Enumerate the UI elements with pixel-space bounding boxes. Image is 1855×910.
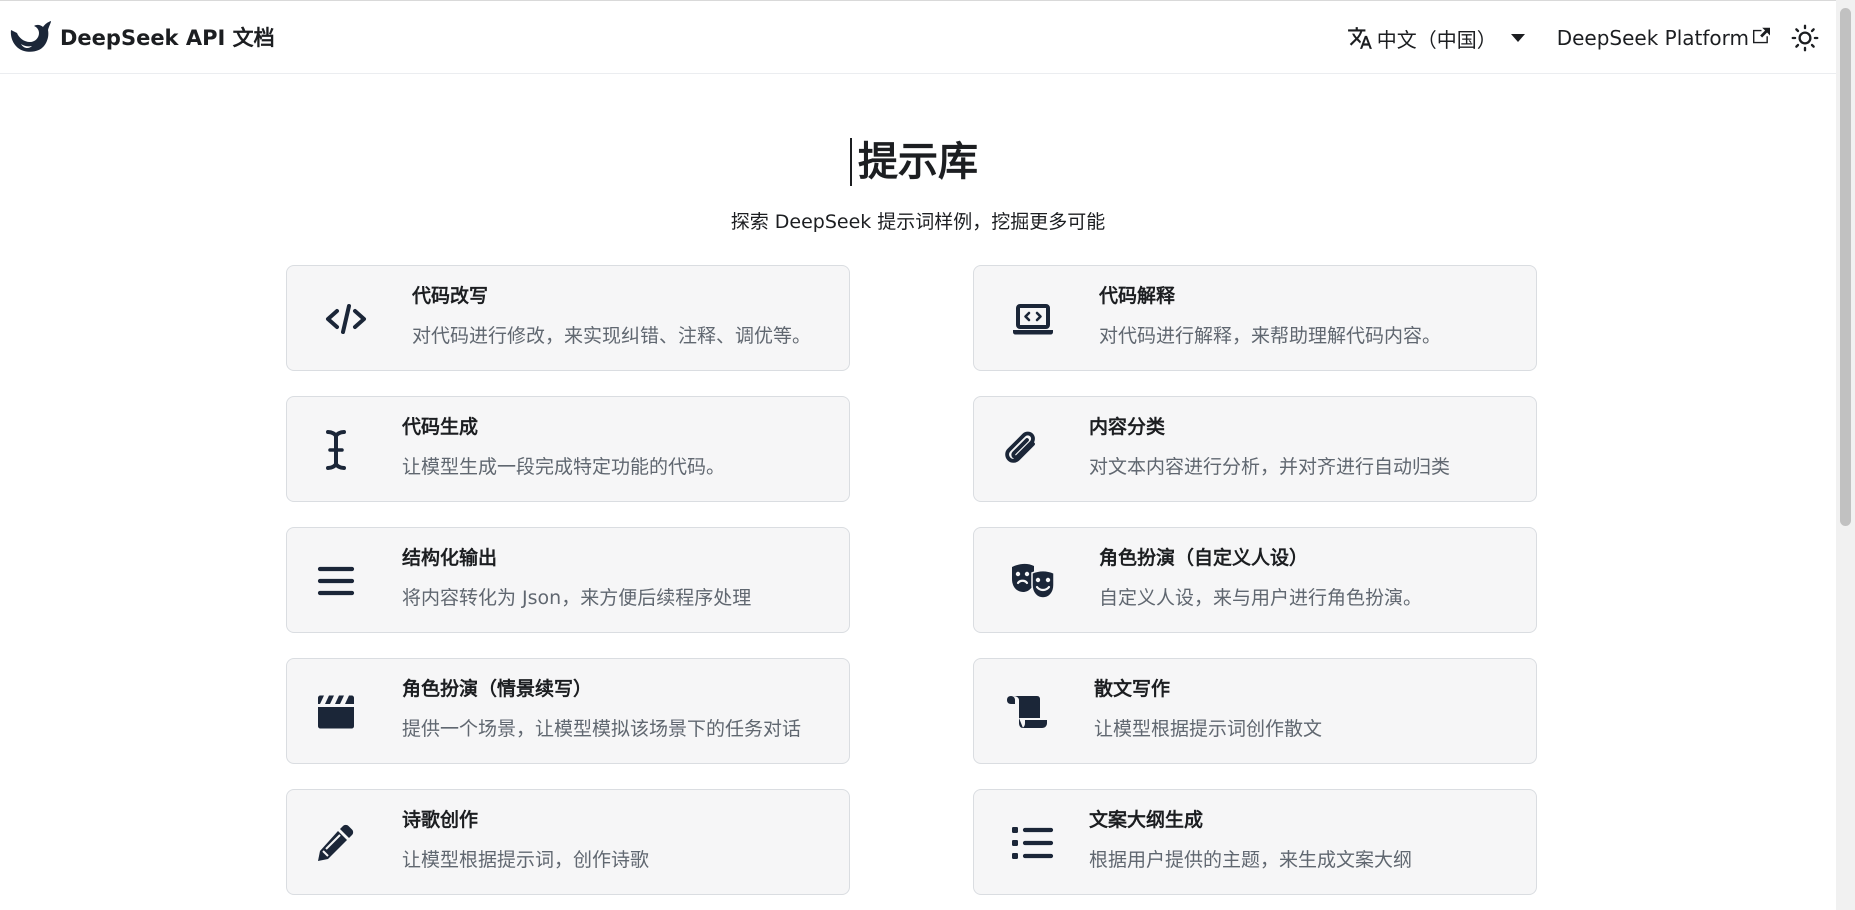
clapperboard-icon [313, 690, 359, 734]
card-description: 提供一个场景，让模型模拟该场景下的任务对话 [402, 718, 802, 740]
card-title: 结构化输出 [402, 547, 498, 569]
card-description: 对代码进行解释，来帮助理解代码内容。 [1099, 325, 1442, 347]
scrollbar-thumb[interactable] [1840, 8, 1851, 526]
paperclip-icon [1000, 428, 1046, 472]
prompt-card-poetry-writing[interactable]: 诗歌创作 让模型根据提示词，创作诗歌 [286, 789, 850, 895]
prompt-card-prose-writing[interactable]: 散文写作 让模型根据提示词创作散文 [973, 658, 1537, 764]
scroll-icon [1005, 690, 1051, 734]
card-title: 代码生成 [402, 416, 479, 438]
sun-icon [1791, 24, 1819, 52]
text-cursor-icon [313, 428, 359, 472]
menu-lines-icon [313, 559, 359, 603]
card-title: 角色扮演（自定义人设） [1099, 547, 1309, 569]
card-title: 内容分类 [1089, 416, 1166, 438]
page-subtitle: 探索 DeepSeek 提示词样例，挖掘更多可能 [730, 211, 1106, 233]
theme-toggle-button[interactable] [1788, 21, 1822, 55]
caret-down-icon [1510, 34, 1525, 42]
card-title: 代码解释 [1099, 285, 1176, 307]
card-description: 让模型根据提示词，创作诗歌 [402, 849, 650, 871]
brand-title: DeepSeek API 文档 [60, 26, 275, 50]
card-description: 让模型根据提示词创作散文 [1094, 718, 1323, 740]
translate-icon [1347, 27, 1372, 49]
card-description: 对文本内容进行分析，并对齐进行自动归类 [1089, 456, 1451, 478]
pencil-icon [313, 821, 359, 865]
prompt-card-content-classification[interactable]: 内容分类 对文本内容进行分析，并对齐进行自动归类 [973, 396, 1537, 502]
vertical-scrollbar[interactable] [1836, 0, 1855, 910]
theater-masks-icon [1010, 559, 1056, 603]
prompt-card-code-explain[interactable]: 代码解释 对代码进行解释，来帮助理解代码内容。 [973, 265, 1537, 371]
deepseek-platform-link[interactable]: DeepSeek Platform [1557, 26, 1770, 50]
top-navbar: DeepSeek API 文档 中文（中国） DeepSeek Platform [0, 0, 1836, 74]
deepseek-whale-logo-icon [10, 21, 51, 52]
language-label: 中文（中国） [1376, 27, 1497, 52]
card-description: 根据用户提供的主题，来生成文案大纲 [1089, 849, 1413, 871]
card-title: 代码改写 [412, 285, 489, 307]
card-title: 诗歌创作 [402, 809, 479, 831]
card-description: 对代码进行修改，来实现纠错、注释、调优等。 [412, 325, 812, 347]
prompt-card-code-rewrite[interactable]: 代码改写 对代码进行修改，来实现纠错、注释、调优等。 [286, 265, 850, 371]
card-title: 散文写作 [1094, 678, 1171, 700]
prompt-card-code-generation[interactable]: 代码生成 让模型生成一段完成特定功能的代码。 [286, 396, 850, 502]
card-description: 自定义人设，来与用户进行角色扮演。 [1099, 587, 1423, 609]
text-caret [850, 138, 852, 186]
list-icon [1010, 821, 1056, 865]
page-title: 提示库 [858, 139, 978, 185]
platform-link-label: DeepSeek Platform [1556, 26, 1749, 50]
prompt-card-copy-outline[interactable]: 文案大纲生成 根据用户提供的主题，来生成文案大纲 [973, 789, 1537, 895]
card-description: 让模型生成一段完成特定功能的代码。 [402, 456, 726, 478]
language-dropdown[interactable]: 中文（中国） [1347, 24, 1527, 53]
external-link-icon [1753, 27, 1770, 43]
card-description: 将内容转化为 Json，来方便后续程序处理 [402, 587, 752, 609]
card-title: 角色扮演（情景续写） [402, 678, 593, 700]
prompt-card-structured-output[interactable]: 结构化输出 将内容转化为 Json，来方便后续程序处理 [286, 527, 850, 633]
code-icon [323, 297, 369, 341]
laptop-code-icon [1010, 297, 1056, 341]
navbar-right-items: 中文（中国） DeepSeek Platform [1347, 1, 1822, 75]
prompt-card-roleplay-custom-persona[interactable]: 角色扮演（自定义人设） 自定义人设，来与用户进行角色扮演。 [973, 527, 1537, 633]
prompt-card-roleplay-scenario[interactable]: 角色扮演（情景续写） 提供一个场景，让模型模拟该场景下的任务对话 [286, 658, 850, 764]
card-title: 文案大纲生成 [1089, 809, 1204, 831]
brand-home-link[interactable]: DeepSeek API 文档 [8, 18, 275, 56]
